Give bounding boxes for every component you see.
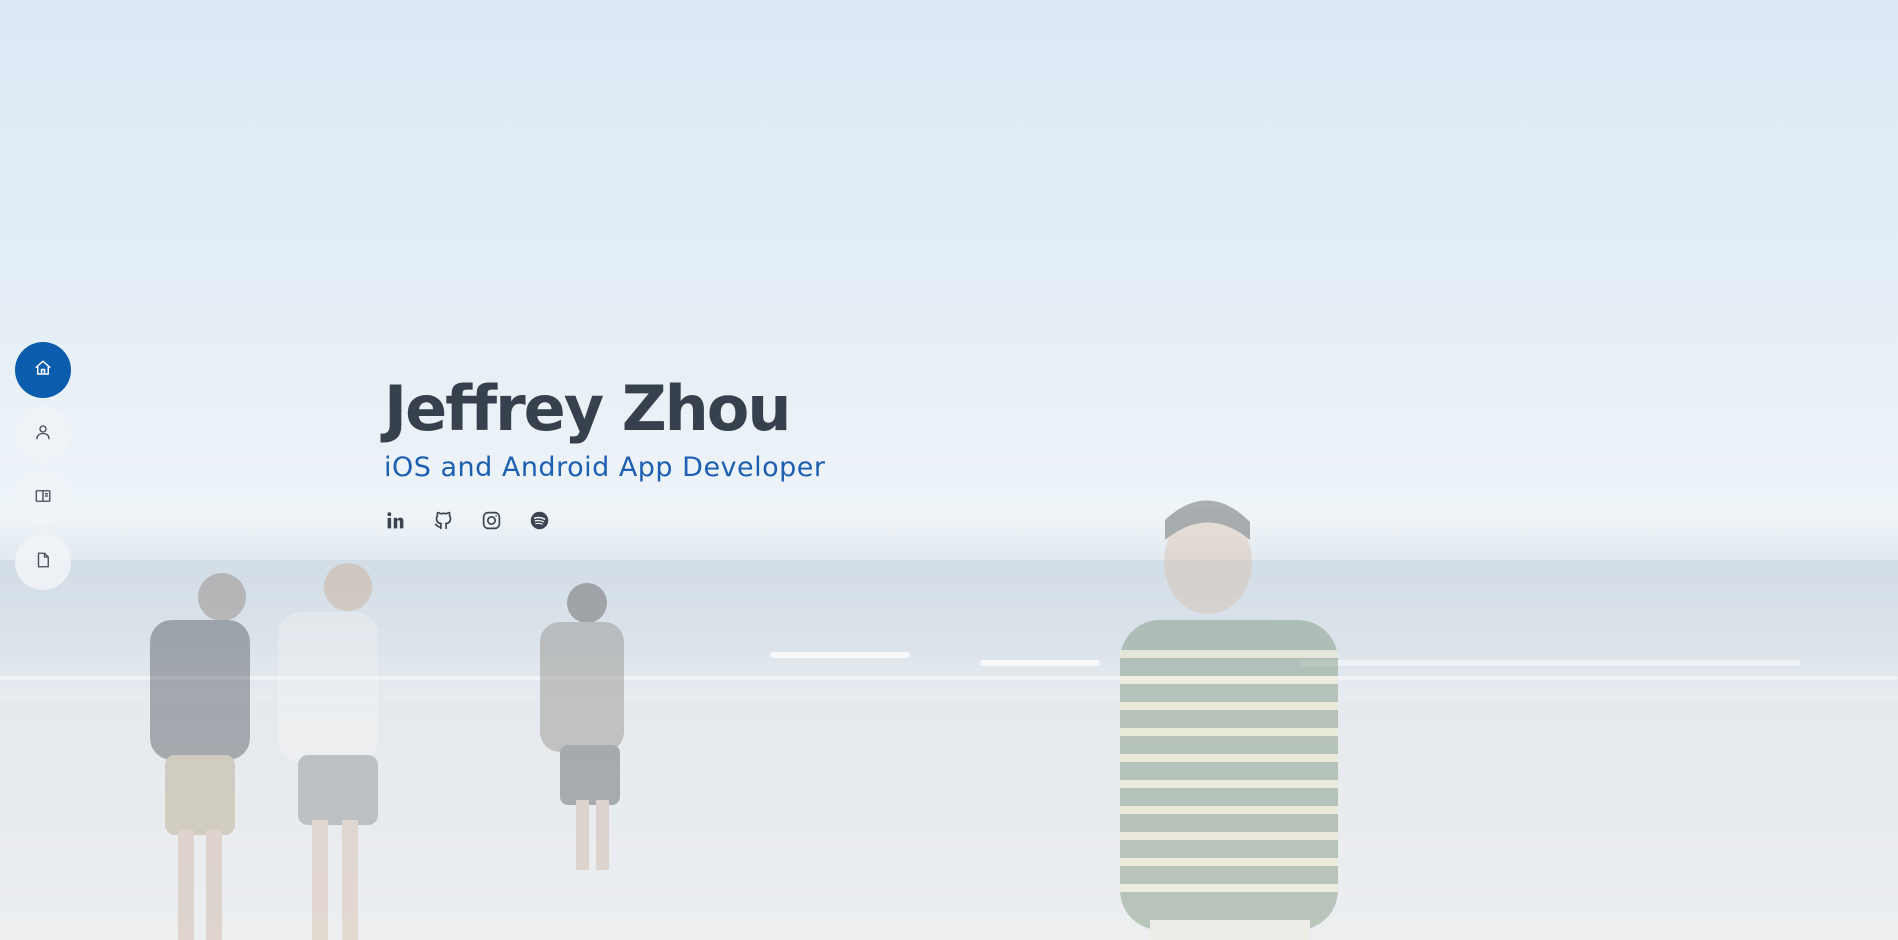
- instagram-link[interactable]: [480, 511, 502, 533]
- linkedin-link[interactable]: [384, 511, 406, 533]
- nav-about-button[interactable]: [15, 406, 71, 462]
- hero-name: Jeffrey Zhou: [384, 372, 792, 445]
- hero-intro: Jeffrey Zhou iOS and Android App Develop…: [384, 372, 826, 533]
- spotify-link[interactable]: [528, 511, 550, 533]
- file-icon: [34, 551, 52, 573]
- instagram-icon: [481, 510, 502, 535]
- hero-tagline: iOS and Android App Developer: [384, 452, 826, 484]
- nav-portfolio-button[interactable]: [15, 534, 71, 590]
- user-icon: [34, 423, 52, 445]
- linkedin-icon: [385, 510, 406, 535]
- book-icon: [34, 487, 52, 509]
- hero-section: Jeffrey Zhou iOS and Android App Develop…: [0, 0, 1898, 940]
- background-sand: [0, 700, 1898, 940]
- nav-resume-button[interactable]: [15, 470, 71, 526]
- spotify-icon: [529, 510, 550, 535]
- background-wave: [1300, 660, 1800, 666]
- home-icon: [34, 359, 52, 381]
- github-link[interactable]: [432, 511, 454, 533]
- background-wave: [770, 652, 910, 658]
- nav-home-button[interactable]: [15, 342, 71, 398]
- social-links: [384, 511, 826, 533]
- background-wave: [980, 660, 1100, 666]
- side-navigation: [15, 342, 71, 590]
- background-wave: [0, 676, 1898, 680]
- github-icon: [433, 510, 454, 535]
